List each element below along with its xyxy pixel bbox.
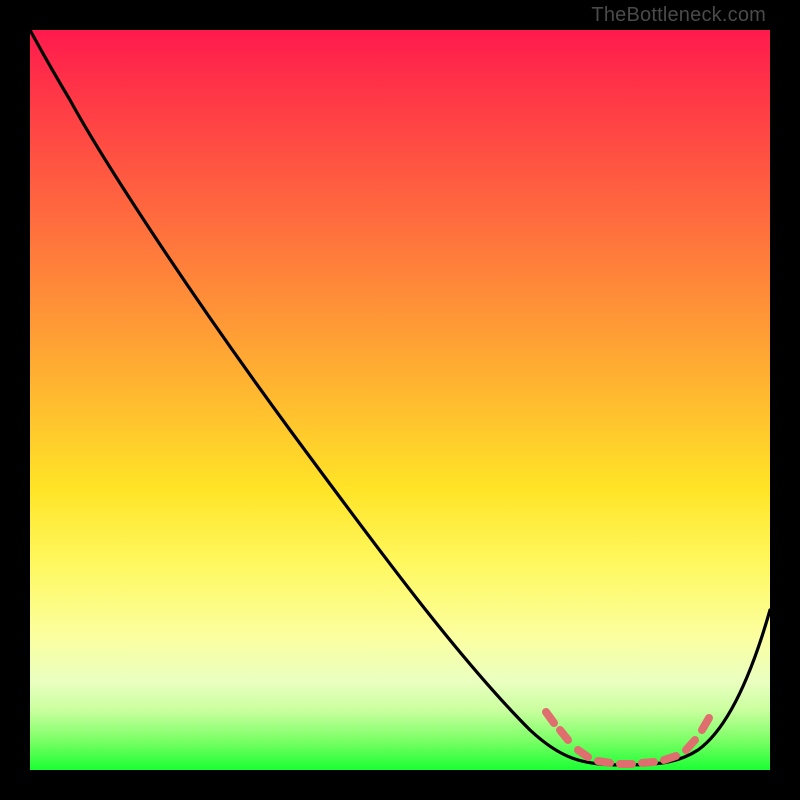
plot-area [30,30,770,770]
bottleneck-curve [30,30,770,765]
watermark-text: TheBottleneck.com [591,4,766,27]
optimal-band-markers [546,712,709,764]
chart-frame: TheBottleneck.com [0,0,800,800]
bottleneck-curve-svg [30,30,770,770]
